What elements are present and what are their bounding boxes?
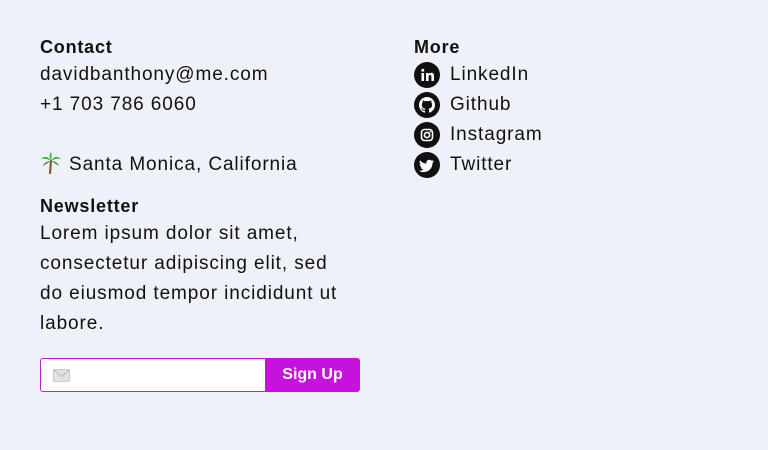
instagram-label: Instagram [450, 124, 543, 145]
more-column: More LinkedIn Github Instagram Twitter [414, 34, 734, 180]
twitter-icon [414, 152, 440, 178]
more-heading: More [414, 37, 461, 57]
github-icon [414, 92, 440, 118]
mail-icon [53, 369, 70, 382]
email-input[interactable] [77, 359, 257, 391]
sign-up-button[interactable]: Sign Up [265, 358, 360, 392]
twitter-label: Twitter [450, 154, 513, 175]
contact-email[interactable]: davidbanthony@me.com [40, 60, 370, 90]
footer: Contact davidbanthony@me.com +1 703 786 … [0, 0, 768, 450]
contact-column: Contact davidbanthony@me.com +1 703 786 … [40, 34, 370, 392]
contact-location-text: Santa Monica, California [69, 154, 298, 175]
contact-location: Santa Monica, California [40, 150, 370, 180]
palm-tree-icon [40, 152, 62, 175]
contact-phone[interactable]: +1 703 786 6060 [40, 90, 370, 120]
newsletter-heading: Newsletter [40, 196, 140, 216]
newsletter-form: Sign Up [40, 358, 360, 392]
linkedin-label: LinkedIn [450, 64, 530, 85]
email-field[interactable] [40, 358, 265, 392]
instagram-icon [414, 122, 440, 148]
contact-heading: Contact [40, 37, 113, 57]
github-label: Github [450, 94, 512, 115]
newsletter-description: Lorem ipsum dolor sit amet, consectetur … [40, 223, 338, 334]
linkedin-icon [414, 62, 440, 88]
github-link[interactable]: Github [414, 90, 734, 120]
twitter-link[interactable]: Twitter [414, 150, 734, 180]
instagram-link[interactable]: Instagram [414, 120, 734, 150]
linkedin-link[interactable]: LinkedIn [414, 60, 734, 90]
contact-spacer [40, 120, 370, 150]
